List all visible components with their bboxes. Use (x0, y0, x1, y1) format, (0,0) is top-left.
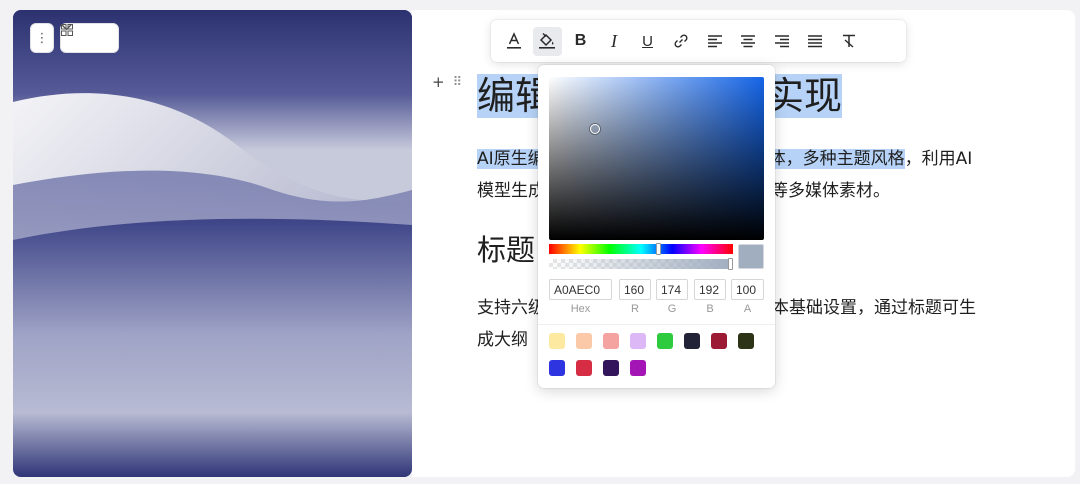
block-handle[interactable]: + ⠿ (432, 73, 462, 91)
paragraph-1-line-2-left: 模型生成 (477, 181, 545, 201)
color-picker-popover: A0AEC0 Hex 160 R 174 G 192 B 100 A (538, 65, 775, 388)
image-more-button[interactable]: ⋮ (30, 23, 54, 53)
clear-format-button[interactable] (834, 27, 863, 56)
preset-color-swatch[interactable] (684, 333, 700, 349)
underline-icon: U (642, 32, 653, 50)
paint-bucket-icon (539, 32, 555, 49)
chevron-down-icon (61, 24, 72, 31)
heading-2[interactable]: 标题 (477, 229, 535, 271)
saturation-value-area[interactable] (549, 77, 764, 240)
heading-2-text: 标题 (477, 233, 536, 267)
abstract-wave-illustration (13, 10, 412, 477)
paragraph-1-text-tail: ，利用AI (904, 149, 973, 169)
paragraph-1-line-2-right: 等多媒体素材。 (771, 181, 890, 201)
align-right-icon (774, 35, 789, 48)
bold-button[interactable]: B (566, 27, 595, 56)
picker-divider (538, 324, 775, 325)
color-preview-swatch (738, 244, 764, 269)
hue-slider[interactable] (549, 243, 733, 255)
bold-icon: B (574, 32, 587, 49)
preset-color-swatch[interactable] (630, 333, 646, 349)
align-justify-button[interactable] (801, 27, 830, 56)
italic-icon: I (611, 30, 617, 51)
alpha-slider[interactable] (549, 258, 733, 270)
italic-button[interactable]: I (600, 27, 629, 56)
link-button[interactable] (667, 27, 696, 56)
cover-image[interactable]: ⋮ (13, 10, 412, 477)
formatting-toolbar: B I U (491, 20, 906, 62)
align-right-button[interactable] (767, 27, 796, 56)
preset-color-swatch[interactable] (549, 360, 565, 376)
heading-1-text-right: 实现 (766, 74, 843, 118)
preset-color-swatch[interactable] (630, 360, 646, 376)
add-block-icon[interactable]: + (432, 73, 445, 91)
alpha-slider-thumb[interactable] (728, 258, 733, 270)
align-left-icon (707, 35, 722, 48)
paragraph-2-text-right: 本基础设置，通过标题可生 (772, 298, 976, 318)
align-justify-icon (808, 35, 822, 48)
paragraph-2-line-2[interactable]: 成大纲 (477, 325, 528, 356)
image-layout-dropdown[interactable] (60, 23, 119, 53)
green-input[interactable]: 174 (656, 279, 688, 300)
highlight-color-button[interactable] (532, 26, 562, 56)
saturation-cursor[interactable] (590, 124, 600, 134)
font-color-icon (506, 32, 521, 49)
green-label: G (667, 303, 677, 315)
clear-format-icon (842, 34, 855, 48)
alpha-label: A (743, 303, 752, 315)
hex-label: Hex (570, 303, 591, 315)
more-vertical-icon: ⋮ (35, 30, 49, 46)
align-left-button[interactable] (700, 27, 729, 56)
preset-color-swatch[interactable] (576, 360, 592, 376)
blue-label: B (706, 303, 714, 315)
align-center-button[interactable] (734, 27, 763, 56)
paragraph-1-text-left: AI原生编 (477, 149, 545, 169)
align-center-icon (741, 35, 755, 48)
paragraph-1-text-selected: 体，多种主题风格 (768, 149, 905, 169)
link-icon (674, 34, 688, 48)
preset-color-swatch[interactable] (549, 333, 565, 349)
red-input[interactable]: 160 (619, 279, 651, 300)
preset-color-swatch[interactable] (576, 333, 592, 349)
underline-button[interactable]: U (633, 27, 662, 56)
font-color-button[interactable] (499, 27, 528, 56)
preset-color-swatch[interactable] (603, 333, 619, 349)
preset-color-swatch[interactable] (738, 333, 754, 349)
drag-handle-icon[interactable]: ⠿ (453, 75, 462, 90)
paragraph-2-text-left: 支持六级 (477, 298, 545, 318)
preset-color-swatch[interactable] (711, 333, 727, 349)
hue-slider-thumb[interactable] (655, 243, 661, 255)
blue-input[interactable]: 192 (694, 279, 726, 300)
hex-input[interactable]: A0AEC0 (549, 279, 612, 300)
alpha-input[interactable]: 100 (731, 279, 764, 300)
paragraph-2-line-2-text: 成大纲 (477, 330, 528, 350)
preset-color-swatch[interactable] (603, 360, 619, 376)
red-label: R (631, 303, 639, 315)
preset-color-swatch[interactable] (657, 333, 673, 349)
